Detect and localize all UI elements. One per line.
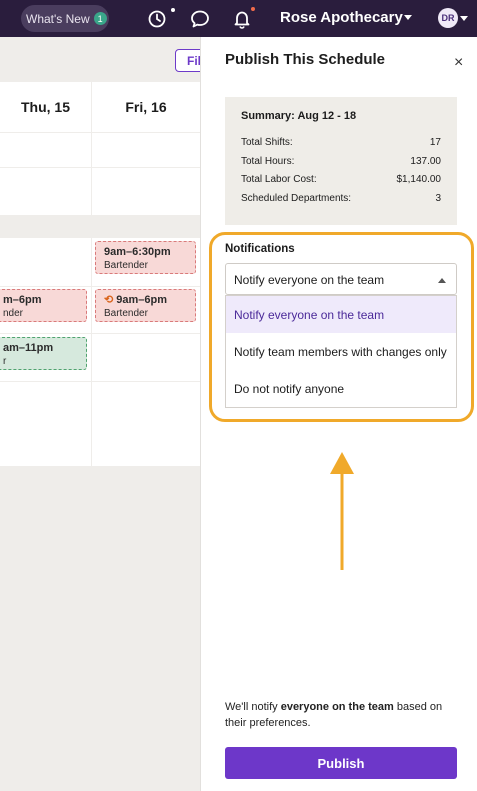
bell-notification-dot [251, 7, 255, 11]
avatar[interactable]: DR [438, 8, 458, 28]
highlight-outline [209, 232, 474, 422]
summary-value: 137.00 [410, 155, 441, 167]
summary-value: 17 [429, 137, 441, 148]
summary-row: Total Shifts: 17 [241, 137, 441, 156]
shift-role: Bartender [104, 308, 148, 319]
summary-value: $1,140.00 [396, 174, 442, 185]
shift-card[interactable]: 9am–6:30pm Bartender [95, 241, 196, 274]
day-header-thu: Thu, 15 [0, 82, 91, 132]
grid-cell[interactable] [92, 168, 200, 215]
whats-new-button[interactable]: What's New 1 [21, 5, 109, 32]
grid-cell[interactable] [92, 334, 200, 381]
shift-role: Bartender [104, 260, 148, 271]
publish-panel: Publish This Schedule × Summary: Aug 12 … [200, 37, 477, 791]
timer-icon[interactable] [146, 8, 168, 30]
whats-new-label: What's New [26, 11, 90, 26]
filter-button[interactable]: Fil [175, 49, 200, 72]
shift-role: nder [3, 308, 24, 319]
shift-time: m–6pm [3, 294, 42, 306]
chevron-down-icon[interactable] [404, 15, 412, 20]
shift-time: 9am–6pm [116, 294, 168, 306]
timer-notification-dot [171, 8, 175, 12]
grid-cell[interactable] [92, 382, 200, 466]
summary-row: Total Labor Cost: $1,140.00 [241, 174, 441, 193]
summary-value: 3 [435, 192, 441, 204]
notification-note: We'll notify everyone on the team based … [225, 699, 463, 731]
summary-row: Scheduled Departments: 3 [241, 193, 441, 212]
location-switcher[interactable]: Rose Apothecary [280, 9, 403, 26]
shift-time: 9am–6:30pm [104, 246, 171, 258]
note-emphasis: everyone on the team [280, 701, 394, 713]
schedule-grid: Fil Thu, 15 Fri, 16 9am–6:30pm Bartender… [0, 37, 200, 791]
grid-cell[interactable] [0, 168, 91, 215]
whats-new-badge: 1 [93, 12, 107, 25]
arrow-up-icon [330, 450, 354, 577]
shift-card[interactable]: ⟲ 9am–6pm Bartender [95, 289, 196, 322]
grid-cell[interactable] [0, 382, 91, 466]
summary-label: Scheduled Departments: [241, 192, 352, 204]
close-icon[interactable]: × [454, 54, 463, 72]
shift-card[interactable]: m–6pm nder [0, 289, 87, 322]
top-bar: What's New 1 Rose Apothecary DR [0, 0, 477, 37]
timer-icon: ⟲ [104, 294, 114, 306]
shift-time: am–11pm [3, 342, 54, 354]
summary-label: Total Hours: [241, 155, 295, 167]
summary-label: Total Shifts: [241, 137, 293, 148]
summary-row: Total Hours: 137.00 [241, 156, 441, 175]
grid-cell[interactable] [0, 133, 91, 167]
day-header-fri: Fri, 16 [92, 82, 200, 132]
publish-button[interactable]: Publish [225, 747, 457, 779]
shift-card[interactable]: am–11pm r [0, 337, 87, 370]
grid-cell[interactable] [0, 238, 91, 286]
chevron-down-icon[interactable] [460, 16, 468, 21]
summary-box: Summary: Aug 12 - 18 Total Shifts: 17 To… [225, 97, 457, 225]
bell-icon[interactable] [231, 8, 253, 30]
panel-title: Publish This Schedule [225, 51, 386, 68]
summary-label: Total Labor Cost: [241, 174, 317, 185]
summary-title: Summary: Aug 12 - 18 [241, 110, 357, 122]
note-text: We'll notify [225, 701, 281, 713]
shift-role: r [3, 356, 7, 367]
grid-cell[interactable] [92, 133, 200, 167]
chat-icon[interactable] [189, 8, 211, 30]
